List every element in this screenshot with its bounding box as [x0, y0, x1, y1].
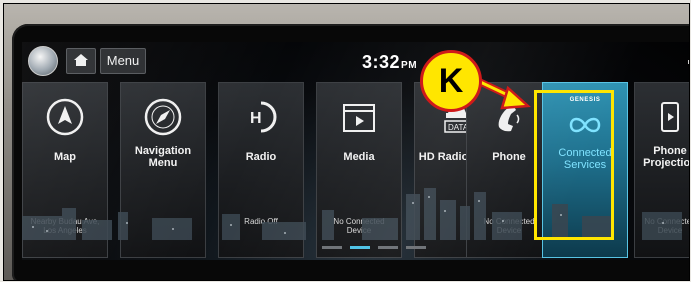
- tile-navigation-menu[interactable]: Navigation Menu: [120, 82, 206, 258]
- signal-icon: [688, 60, 689, 64]
- tile-radio-label: Radio: [245, 151, 277, 163]
- navigation-compass-icon: [143, 97, 183, 137]
- tile-media-label: Media: [343, 151, 375, 163]
- hd-radio-icon: H: [241, 97, 281, 137]
- tile-radio-sub: Radio Off: [244, 217, 278, 226]
- tile-map-label: Map: [54, 151, 76, 163]
- media-play-icon: [339, 97, 379, 137]
- page-dot: [378, 246, 398, 249]
- tile-phone-projection-sub: No Connected Device: [644, 217, 689, 235]
- callout-arrow: [474, 76, 532, 110]
- tile-radio[interactable]: H Radio Radio Off: [218, 82, 304, 258]
- tile-media-sub: No Connected Device: [333, 217, 385, 235]
- tile-media[interactable]: Media No Connected Device: [316, 82, 402, 258]
- tile-phone-projection[interactable]: Phone Projection No Connected Device: [634, 82, 690, 258]
- page-dot: [322, 246, 342, 249]
- map-compass-icon: [45, 97, 85, 137]
- page-dot: [406, 246, 426, 249]
- highlight-box: [534, 90, 614, 240]
- callout-label: K: [420, 50, 482, 112]
- page-dot-active: [350, 246, 370, 249]
- profile-avatar[interactable]: [28, 46, 58, 76]
- clock: 3:32PM: [362, 52, 417, 73]
- home-icon: [74, 54, 88, 66]
- clock-time: 3:32: [362, 52, 401, 72]
- home-button[interactable]: [66, 48, 96, 74]
- status-bar: Menu 3:32PM: [22, 42, 689, 82]
- photo-frame: Menu 3:32PM Map Nearby Budau Ave, Los An…: [3, 3, 690, 281]
- clock-ampm: PM: [401, 60, 418, 71]
- tile-phone-projection-label: Phone Projection: [643, 145, 690, 169]
- tile-map-sub: Nearby Budau Ave, Los Angeles: [30, 217, 100, 235]
- phone-projection-icon: [650, 97, 689, 137]
- page-indicator: [318, 236, 430, 254]
- tile-navigation-label: Navigation Menu: [134, 145, 192, 169]
- menu-button[interactable]: Menu: [100, 48, 146, 74]
- svg-text:H: H: [250, 110, 262, 127]
- tile-map[interactable]: Map Nearby Budau Ave, Los Angeles: [22, 82, 108, 258]
